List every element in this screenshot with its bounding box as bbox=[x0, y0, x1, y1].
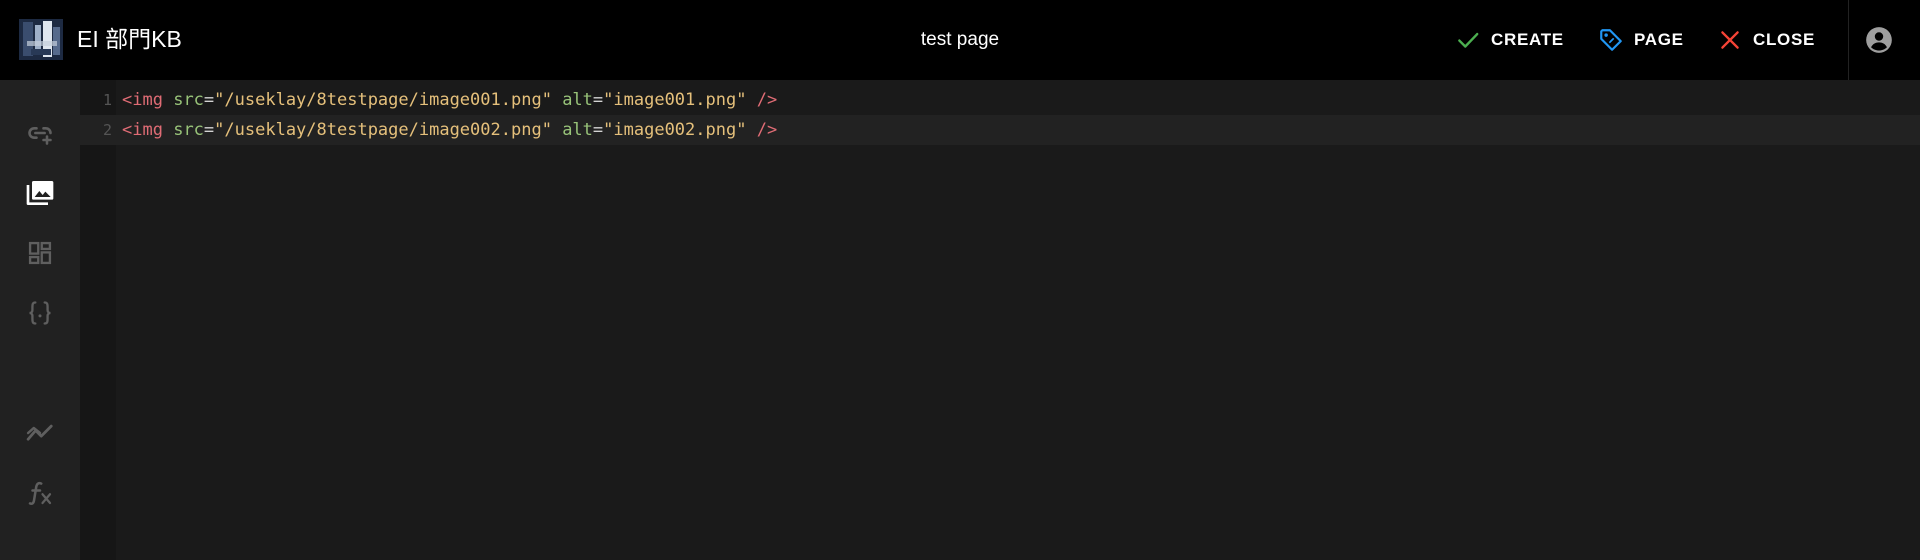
topbar-divider bbox=[1848, 0, 1849, 80]
logo-image bbox=[19, 19, 63, 60]
code-line-content: <img src="/useklay/8testpage/image001.pn… bbox=[122, 85, 777, 115]
code-token-attr: src bbox=[173, 90, 204, 110]
code-token-punct: = bbox=[203, 90, 215, 110]
check-icon bbox=[1458, 32, 1479, 48]
code-token-punct: = bbox=[592, 90, 604, 110]
page-button-label: PAGE bbox=[1634, 30, 1684, 49]
code-token-tag: <img bbox=[122, 120, 163, 140]
code-token-tag: /> bbox=[756, 90, 778, 110]
line-number: 1 bbox=[102, 91, 112, 109]
code-line-content: <img src="/useklay/8testpage/image002.pn… bbox=[122, 115, 777, 145]
code-token-string: "image002.png" bbox=[603, 120, 747, 140]
view-dashboard-icon bbox=[28, 241, 52, 265]
page-button[interactable]: PAGE bbox=[1598, 20, 1684, 60]
image-multiple-icon bbox=[26, 181, 54, 205]
close-icon bbox=[1721, 31, 1739, 49]
code-token-punct: = bbox=[592, 120, 604, 140]
code-token-string: "image001.png" bbox=[603, 90, 747, 110]
close-button-label: CLOSE bbox=[1753, 30, 1816, 49]
insert-image-button[interactable] bbox=[22, 175, 58, 211]
line-number: 2 bbox=[102, 121, 112, 139]
insert-chart-button[interactable] bbox=[22, 415, 58, 451]
code-token-string: "/useklay/8testpage/image002.png" bbox=[214, 120, 552, 140]
code-token-attr: alt bbox=[562, 90, 593, 110]
create-button[interactable]: CREATE bbox=[1455, 20, 1564, 60]
link-plus-icon bbox=[28, 127, 52, 145]
code-editor[interactable]: 1 <img src="/useklay/8testpage/image001.… bbox=[80, 80, 1920, 560]
site-title[interactable]: EI 部門KB bbox=[77, 24, 182, 54]
create-button-label: CREATE bbox=[1491, 30, 1564, 49]
tag-icon bbox=[1600, 29, 1622, 51]
function-variant-icon bbox=[28, 481, 52, 505]
code-token-tag: <img bbox=[122, 90, 163, 110]
code-token-attr: alt bbox=[562, 120, 593, 140]
insert-code-block-button[interactable] bbox=[22, 295, 58, 331]
code-braces-icon bbox=[29, 301, 51, 325]
code-token-string: "/useklay/8testpage/image001.png" bbox=[214, 90, 552, 110]
top-app-bar: EI 部門KB test page CREATE PAGE CLOSE bbox=[0, 0, 1920, 80]
code-token-punct: = bbox=[203, 120, 215, 140]
editor-toolbar-rail bbox=[0, 80, 80, 560]
code-token-tag: /> bbox=[756, 120, 778, 140]
insert-link-button[interactable] bbox=[22, 115, 58, 151]
site-logo[interactable] bbox=[19, 19, 63, 60]
code-token-attr: src bbox=[173, 120, 204, 140]
account-circle-icon bbox=[1866, 27, 1892, 53]
chart-line-icon bbox=[26, 424, 53, 441]
insert-component-button[interactable] bbox=[22, 235, 58, 271]
code-line[interactable]: 1 <img src="/useklay/8testpage/image001.… bbox=[80, 85, 1920, 115]
code-line-active[interactable]: 2 <img src="/useklay/8testpage/image002.… bbox=[80, 115, 1920, 145]
insert-formula-button[interactable] bbox=[22, 475, 58, 511]
close-button[interactable]: CLOSE bbox=[1717, 20, 1815, 60]
account-button[interactable] bbox=[1865, 26, 1893, 54]
